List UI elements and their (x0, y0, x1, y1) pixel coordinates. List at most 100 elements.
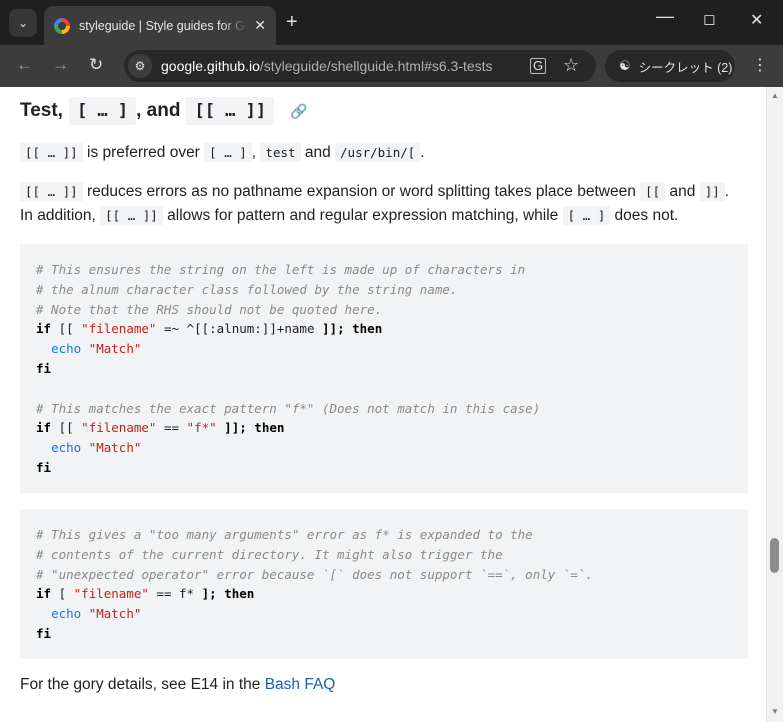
inline-code: [ … ] (204, 143, 252, 162)
heading-text: , and (136, 100, 181, 121)
link-icon[interactable]: 🔗 (290, 103, 307, 120)
code-text: =~ ^[[:alnum:]]+name (156, 321, 323, 337)
code-string: "Match" (88, 440, 142, 456)
heading-code: [[ … ]] (186, 97, 275, 125)
code-keyword: if (36, 321, 52, 337)
kebab-menu-icon[interactable]: ⋮ (752, 55, 768, 75)
browser-toolbar: ← → ↻ ⚙ google.github.io/styleguide/shel… (0, 45, 783, 87)
code-line: echo "Match" (36, 438, 732, 458)
code-text: [[ (51, 321, 82, 337)
scroll-down-icon[interactable]: ▼ (771, 707, 779, 716)
code-comment: # the alnum character class followed by … (36, 281, 458, 297)
incognito-label: シークレット (2) (638, 60, 733, 75)
scrollbar-thumb[interactable] (770, 538, 779, 573)
star-icon[interactable]: ☆ (563, 55, 579, 76)
plus-icon[interactable]: + (286, 11, 298, 33)
code-line: if [[ "filename" =~ ^[[:alnum:]]+name ]]… (36, 319, 732, 339)
code-comment: # contents of the current directory. It … (36, 546, 503, 562)
arrow-left-icon[interactable]: ← (16, 55, 33, 75)
reload-icon[interactable]: ↻ (89, 55, 103, 75)
inline-code: /usr/bin/[ (335, 143, 421, 162)
code-string: "f*" (186, 420, 217, 436)
inline-code: [[ … ]] (100, 206, 163, 225)
maximize-icon[interactable]: ◻ (703, 10, 715, 28)
code-text: == f* (148, 586, 202, 602)
code-comment: # This ensures the string on the left is… (36, 262, 526, 277)
inline-code: [ … ] (562, 206, 611, 225)
paragraph-text: and (665, 183, 700, 200)
code-comment: # "unexpected operator" error because `[… (36, 566, 593, 582)
close-window-icon[interactable]: ✕ (750, 10, 763, 30)
chevron-down-icon: ⌄ (17, 16, 29, 30)
incognito-indicator[interactable]: ☯ シークレット (2) (605, 50, 735, 82)
paragraph-reduces-errors: [[ … ]] reduces errors as no pathname ex… (20, 180, 729, 228)
code-text: [[ (51, 420, 82, 436)
page-scrollbar[interactable]: ▲ ▼ (766, 87, 783, 722)
code-keyword: then (224, 586, 255, 602)
code-string: "Match" (88, 341, 142, 357)
scroll-up-icon[interactable]: ▲ (771, 91, 779, 100)
browser-tab[interactable]: styleguide | Style guides for Google-ori… (44, 6, 276, 45)
paragraph-text: reduces errors as no pathname expansion … (82, 183, 641, 200)
code-builtin: echo (51, 341, 82, 357)
inline-code: [[ … ]] (20, 182, 83, 201)
code-text: [ (51, 586, 74, 602)
section-heading: Test, [ … ] , and [[ … ]] 🔗 (20, 97, 308, 125)
code-keyword: fi (36, 459, 52, 475)
code-comment: # This matches the exact pattern "f*" (D… (36, 400, 541, 416)
close-icon[interactable]: ✕ (254, 17, 266, 34)
code-line: echo "Match" (36, 604, 732, 624)
code-comment: # This gives a "too many arguments" erro… (36, 527, 533, 542)
tab-search-button[interactable]: ⌄ (9, 9, 37, 37)
code-block: # This ensures the string on the left is… (20, 244, 748, 493)
code-keyword: then (352, 321, 383, 337)
heading-text: Test, (20, 100, 63, 121)
url-path: /styleguide/shellguide.html#s6.3-tests (259, 58, 493, 74)
incognito-icon: ☯ (619, 58, 631, 73)
paragraph-text: In addition, (20, 207, 101, 224)
paragraph-text: does not. (610, 207, 679, 224)
code-keyword: ]; (201, 586, 217, 602)
browser-title-bar: ⌄ styleguide | Style guides for Google-o… (0, 0, 783, 45)
code-keyword: fi (36, 625, 52, 641)
code-text: == (156, 420, 187, 436)
code-string: "Match" (88, 606, 142, 622)
paragraph-text: is preferred over (82, 144, 205, 161)
paragraph-preferred: [[ … ]] is preferred over [ … ], test an… (20, 141, 425, 165)
translate-icon[interactable]: G (530, 58, 547, 74)
paragraph-text: and (300, 144, 336, 161)
code-block: # This gives a "too many arguments" erro… (20, 509, 748, 659)
paragraph-text: . (420, 144, 425, 161)
tab-title: styleguide | Style guides for Google-ori… (79, 18, 247, 33)
code-string: "filename" (81, 321, 157, 337)
inline-code: [[ … ]] (20, 143, 83, 162)
code-string: "filename" (73, 586, 149, 602)
paragraph-text: . (724, 183, 730, 200)
inline-code: ]] (699, 182, 725, 201)
code-keyword: if (36, 586, 52, 602)
inline-code: [[ (640, 182, 666, 201)
bash-faq-link[interactable]: Bash FAQ (265, 676, 336, 693)
code-keyword: fi (36, 360, 52, 376)
code-line: if [ "filename" == f* ]; then (36, 584, 732, 604)
google-favicon-icon (54, 17, 70, 34)
arrow-right-icon[interactable]: → (52, 55, 69, 75)
code-comment: # Note that the RHS should not be quoted… (36, 301, 383, 317)
code-string: "filename" (81, 420, 157, 436)
code-keyword: ]]; (322, 321, 345, 337)
code-line: if [[ "filename" == "f*" ]]; then (36, 418, 732, 438)
code-keyword: if (36, 420, 52, 436)
minimize-icon[interactable]: — (656, 6, 674, 27)
code-builtin: echo (51, 606, 82, 622)
tune-icon[interactable]: ⚙ (128, 54, 152, 78)
code-keyword: then (254, 420, 285, 436)
inline-code: test (260, 143, 301, 162)
code-line: echo "Match" (36, 339, 732, 359)
page-content: Test, [ … ] , and [[ … ]] 🔗 [[ … ]] is p… (0, 87, 766, 722)
paragraph-text: allows for pattern and regular expressio… (162, 207, 563, 224)
url-text[interactable]: google.github.io/styleguide/shellguide.h… (161, 58, 493, 74)
heading-code: [ … ] (68, 97, 137, 125)
address-bar[interactable]: ⚙ google.github.io/styleguide/shellguide… (124, 50, 596, 82)
